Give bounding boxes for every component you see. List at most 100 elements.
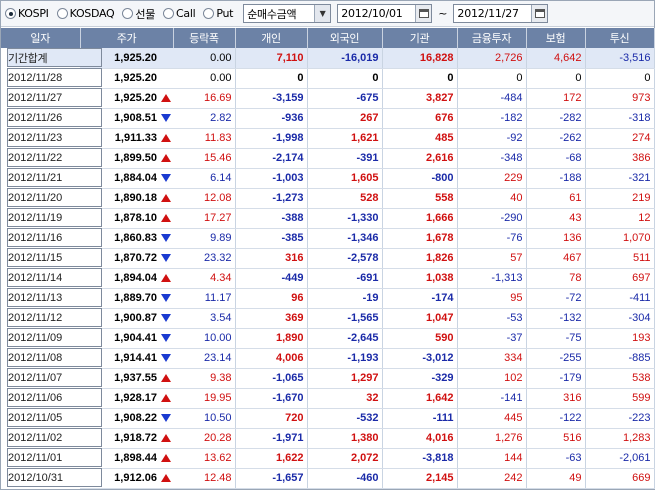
- cell-individual: -1,273: [235, 188, 308, 209]
- date-from-field[interactable]: 2012/10/01: [337, 4, 433, 23]
- cell-change: 9.38: [173, 368, 236, 389]
- cell-insurance: -132: [526, 308, 586, 329]
- table-row[interactable]: 2012/11/19 1,878.10 17.27 -388 -1,330 1,666 -2…: [1, 208, 655, 229]
- radio-label: 선물: [135, 7, 156, 21]
- table-row[interactable]: 2012/11/21 1,884.04 6.14 -1,003 1,605 -800 229…: [1, 168, 655, 189]
- radio-call[interactable]: Call: [163, 7, 196, 20]
- cell-direction: [159, 48, 174, 69]
- cell-direction: [159, 168, 174, 189]
- calendar-icon[interactable]: [531, 5, 548, 22]
- cell-trust: 219: [585, 188, 655, 209]
- col-header-insurance[interactable]: 보험: [526, 28, 586, 48]
- cell-individual: -385: [235, 228, 308, 249]
- table-row[interactable]: 2012/11/20 1,890.18 12.08 -1,273 528 558 40 61 2…: [1, 188, 655, 209]
- cell-financial-investment: -76: [457, 228, 527, 249]
- col-header-change[interactable]: 등락폭: [173, 28, 236, 48]
- cell-insurance: -63: [526, 448, 586, 469]
- triangle-up-icon: [161, 474, 171, 483]
- cell-financial-investment: -53: [457, 308, 527, 329]
- cell-change: 19.95: [173, 388, 236, 409]
- col-header-date[interactable]: 일자: [1, 28, 81, 48]
- cell-foreign: 267: [307, 108, 383, 129]
- cell-institution: 2,145: [382, 468, 458, 489]
- cell-change: 2.82: [173, 108, 236, 129]
- cell-financial-investment: -92: [457, 128, 527, 149]
- date-to-field[interactable]: 2012/11/27: [453, 4, 549, 23]
- table-row[interactable]: 기간합계 1,925.20 0.00 7,110 -16,019 16,828 2,726 4…: [1, 48, 655, 69]
- triangle-up-icon: [161, 194, 171, 203]
- table-row[interactable]: 2012/10/31 1,912.06 12.48 -1,657 -460 2,145 24…: [1, 468, 655, 489]
- cell-date: 2012/10/31: [7, 468, 102, 487]
- cell-institution: 676: [382, 108, 458, 129]
- metric-select[interactable]: 순매수금액 ▼: [243, 4, 332, 23]
- cell-date: 2012/11/13: [7, 288, 102, 307]
- calendar-icon[interactable]: [415, 5, 432, 22]
- cell-individual: -1,003: [235, 168, 308, 189]
- cell-change: 12.48: [173, 468, 236, 489]
- table-row[interactable]: 2012/11/28 1,925.20 0.00 0 0 0 0 0 0: [1, 68, 655, 89]
- cell-date: 2012/11/09: [7, 328, 102, 347]
- triangle-down-icon: [161, 334, 171, 343]
- cell-trust: 274: [585, 128, 655, 149]
- cell-foreign: -675: [307, 88, 383, 109]
- cell-financial-investment: 95: [457, 288, 527, 309]
- table-row[interactable]: 2012/11/07 1,937.55 9.38 -1,065 1,297 -329 102…: [1, 368, 655, 389]
- cell-date: 2012/11/07: [7, 368, 102, 387]
- cell-insurance: 49: [526, 468, 586, 489]
- cell-institution: -3,818: [382, 448, 458, 469]
- cell-institution: -800: [382, 168, 458, 189]
- col-header-price[interactable]: 주가: [80, 28, 174, 48]
- col-header-institution[interactable]: 기관: [382, 28, 458, 48]
- cell-foreign: -1,330: [307, 208, 383, 229]
- chevron-down-icon[interactable]: ▼: [314, 5, 331, 22]
- cell-foreign: -1,565: [307, 308, 383, 329]
- cell-change: 10.00: [173, 328, 236, 349]
- table-row[interactable]: 2012/11/02 1,918.72 20.28 -1,971 1,380 4,016 1…: [1, 428, 655, 449]
- triangle-up-icon: [161, 94, 171, 103]
- table-row[interactable]: 2012/11/12 1,900.87 3.54 369 -1,565 1,047 -53-…: [1, 308, 655, 329]
- col-header-foreign[interactable]: 외국인: [307, 28, 383, 48]
- radio-futures[interactable]: 선물: [122, 6, 155, 22]
- col-header-trust[interactable]: 투신: [585, 28, 655, 48]
- table-row[interactable]: 2012/11/14 1,894.04 4.34 -449 -691 1,038 -1,31…: [1, 268, 655, 289]
- cell-direction: [159, 88, 174, 109]
- radio-kospi[interactable]: KOSPI: [5, 7, 49, 20]
- grid-header-row: 일자 주가 등락폭 개인 외국인 기관 금융투자 보험 투신: [1, 28, 655, 48]
- cell-insurance: -179: [526, 368, 586, 389]
- triangle-up-icon: [161, 434, 171, 443]
- cell-date: 2012/11/12: [7, 308, 102, 327]
- table-row[interactable]: 2012/11/16 1,860.83 9.89 -385 -1,346 1,678 -76…: [1, 228, 655, 249]
- cell-direction: [159, 228, 174, 249]
- cell-change: 11.83: [173, 128, 236, 149]
- table-row[interactable]: 2012/11/23 1,911.33 11.83 -1,998 1,621 485 -92…: [1, 128, 655, 149]
- cell-insurance: -122: [526, 408, 586, 429]
- table-row[interactable]: 2012/11/15 1,870.72 23.32 316 -2,578 1,826 57 4…: [1, 248, 655, 269]
- cell-financial-investment: 57: [457, 248, 527, 269]
- cell-financial-investment: 229: [457, 168, 527, 189]
- cell-individual: 316: [235, 248, 308, 269]
- col-header-individual[interactable]: 개인: [235, 28, 308, 48]
- cell-individual: -388: [235, 208, 308, 229]
- cell-trust: -3,516: [585, 48, 655, 69]
- radio-dot: [203, 8, 215, 19]
- table-row[interactable]: 2012/11/05 1,908.22 10.50 720 -532 -111 445 -12…: [1, 408, 655, 429]
- col-header-financial-investment[interactable]: 금융투자: [457, 28, 527, 48]
- table-row[interactable]: 2012/11/22 1,899.50 15.46 -2,174 -391 2,616 -3…: [1, 148, 655, 169]
- table-row[interactable]: 2012/11/27 1,925.20 16.69 -3,159 -675 3,827 -4…: [1, 88, 655, 109]
- table-row[interactable]: 2012/11/06 1,928.17 19.95 -1,670 32 1,642 -141…: [1, 388, 655, 409]
- cell-institution: 1,678: [382, 228, 458, 249]
- cell-direction: [159, 388, 174, 409]
- table-row[interactable]: 2012/11/09 1,904.41 10.00 1,890 -2,645 590 -37…: [1, 328, 655, 349]
- radio-kosdaq[interactable]: KOSDAQ: [56, 7, 115, 20]
- cell-insurance: 516: [526, 428, 586, 449]
- table-row[interactable]: 2012/11/13 1,889.70 11.17 96 -19 -174 95 -72 -41…: [1, 288, 655, 309]
- cell-foreign: -19: [307, 288, 383, 309]
- table-row[interactable]: 2012/11/08 1,914.41 23.14 4,006 -1,193 -3,012…: [1, 348, 655, 369]
- table-row[interactable]: 2012/11/01 1,898.44 13.62 1,622 2,072 -3,818 1…: [1, 448, 655, 469]
- cell-financial-investment: 242: [457, 468, 527, 489]
- cell-insurance: 172: [526, 88, 586, 109]
- table-row[interactable]: 2012/11/26 1,908.51 2.82 -936 267 676 -182 -282…: [1, 108, 655, 129]
- cell-foreign: 2,072: [307, 448, 383, 469]
- radio-put[interactable]: Put: [203, 7, 233, 20]
- cell-trust: -318: [585, 108, 655, 129]
